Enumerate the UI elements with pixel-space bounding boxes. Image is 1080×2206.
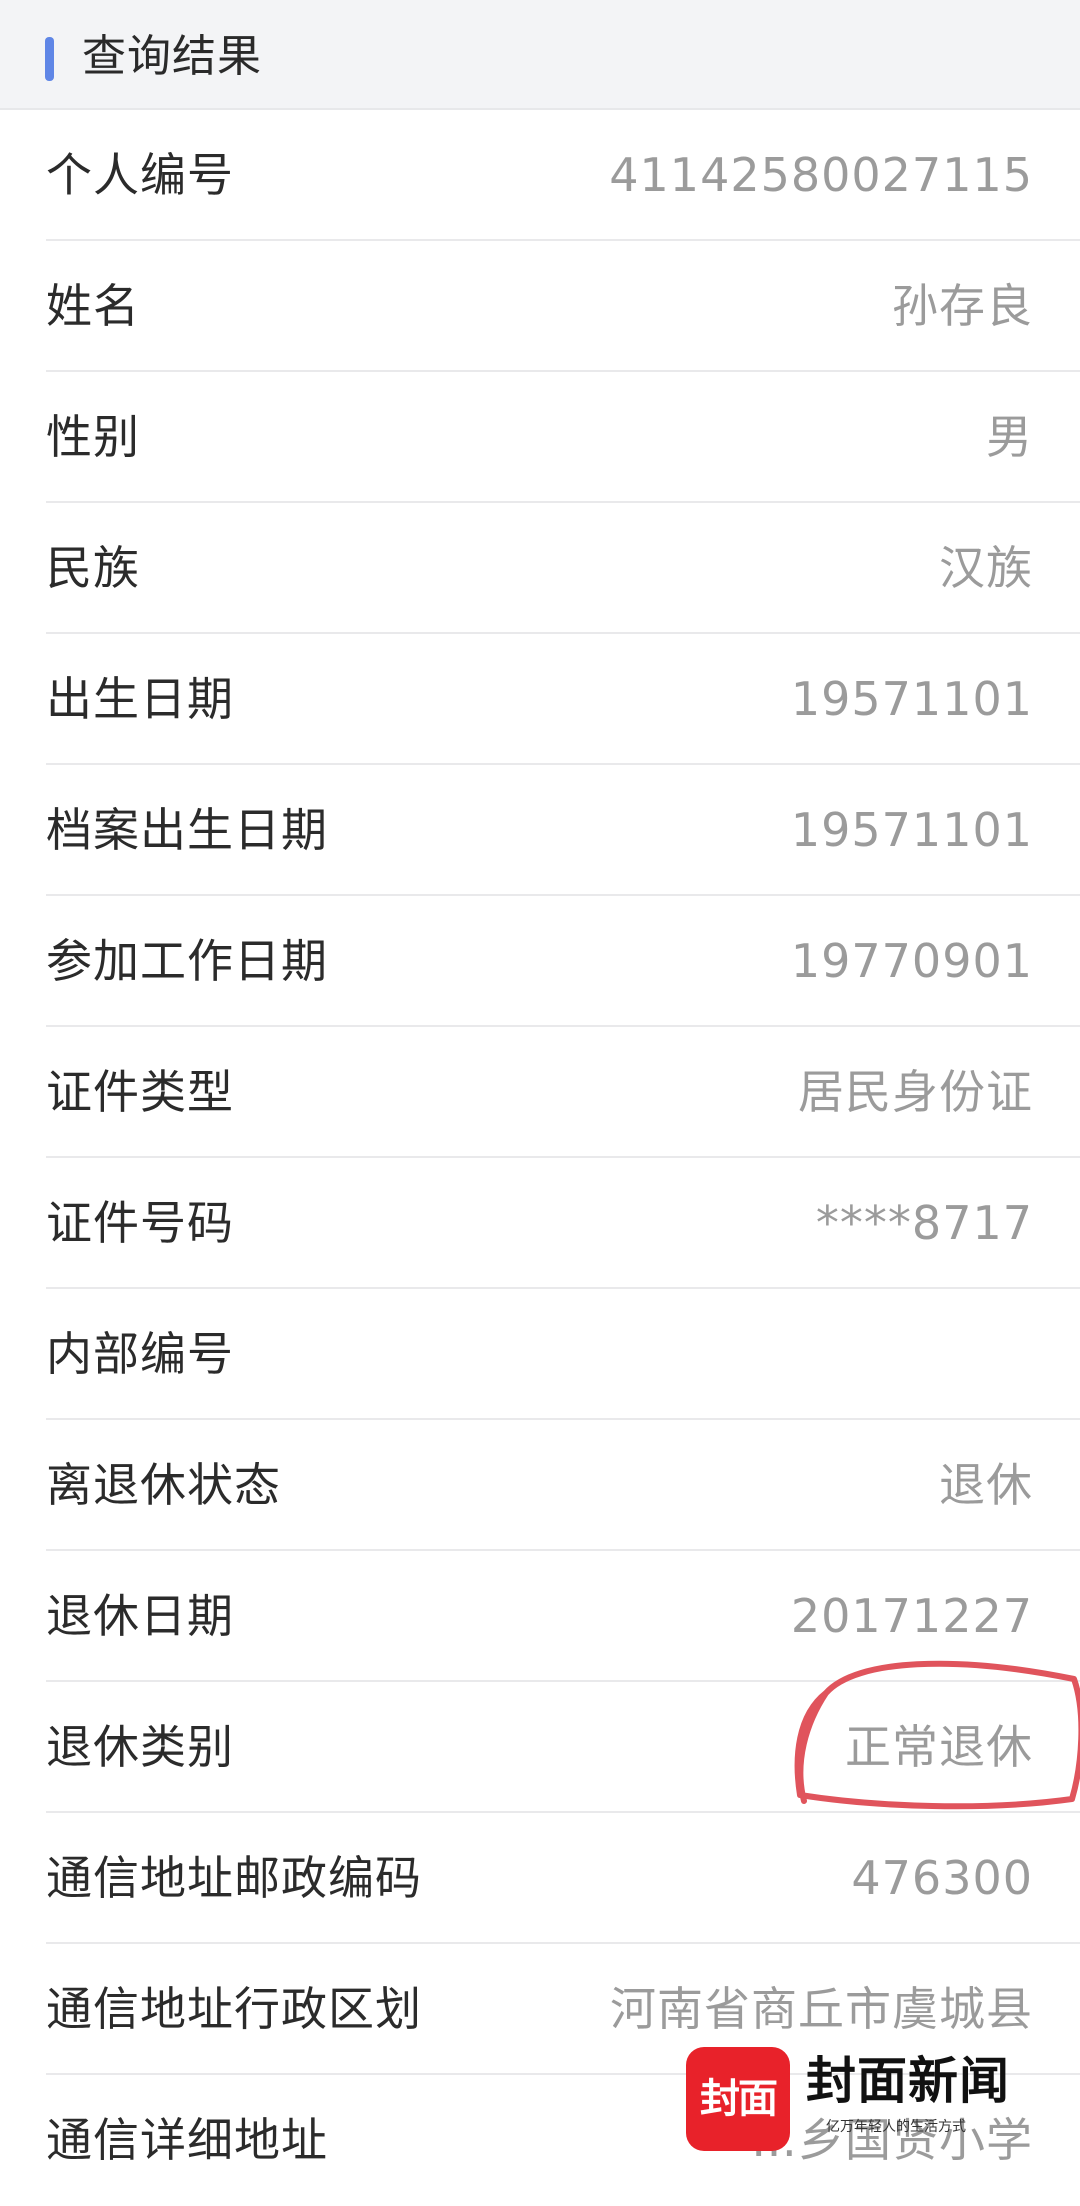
row-value: 19571101 <box>790 672 1033 726</box>
row-label: 民族 <box>46 541 140 595</box>
row-value: 退休 <box>939 1458 1033 1512</box>
result-row-retirement-date: 退休日期 20171227 <box>0 1551 1080 1682</box>
row-value: 居民身份证 <box>798 1065 1033 1119</box>
result-row-ethnicity: 民族 汉族 <box>0 503 1080 634</box>
result-row-id-number: 证件号码 ****8717 <box>0 1158 1080 1289</box>
row-label: 内部编号 <box>46 1327 234 1381</box>
row-value: 19571101 <box>790 803 1033 857</box>
result-row-gender: 性别 男 <box>0 372 1080 503</box>
row-label: 姓名 <box>46 279 140 333</box>
news-logo-icon: 封面 <box>686 2047 790 2151</box>
watermark-slogan: 亿万年轻人的生活方式 <box>826 2119 966 2135</box>
page-title: 查询结果 <box>82 31 262 82</box>
row-value: 正常退休 <box>845 1720 1033 1774</box>
result-list: 个人编号 41142580027115 姓名 孙存良 性别 男 民族 汉族 出生… <box>0 110 1080 2206</box>
row-label: 通信地址邮政编码 <box>46 1851 422 1905</box>
result-row-personal-id: 个人编号 41142580027115 <box>0 110 1080 241</box>
row-label: 性别 <box>46 410 140 464</box>
header-accent-bar <box>45 37 54 81</box>
result-row-id-type: 证件类型 居民身份证 <box>0 1027 1080 1158</box>
row-label: 通信地址行政区划 <box>46 1982 422 2036</box>
row-value: 汉族 <box>939 541 1033 595</box>
result-row-work-start-date: 参加工作日期 19770901 <box>0 896 1080 1027</box>
row-value: 41142580027115 <box>609 148 1033 202</box>
row-value: 20171227 <box>790 1589 1033 1643</box>
row-label: 通信详细地址 <box>46 2113 328 2167</box>
news-watermark: 封面 封面新闻 亿万年轻人的生活方式 <box>686 2047 1046 2159</box>
result-row-birth-date: 出生日期 19571101 <box>0 634 1080 765</box>
row-label: 证件号码 <box>46 1196 234 1250</box>
row-label: 离退休状态 <box>46 1458 281 1512</box>
result-row-name: 姓名 孙存良 <box>0 241 1080 372</box>
result-row-postal-code: 通信地址邮政编码 476300 <box>0 1813 1080 1944</box>
row-label: 证件类型 <box>46 1065 234 1119</box>
row-value: 476300 <box>851 1851 1033 1905</box>
row-label: 退休日期 <box>46 1589 234 1643</box>
row-label: 退休类别 <box>46 1720 234 1774</box>
result-row-archive-birth-date: 档案出生日期 19571101 <box>0 765 1080 896</box>
row-value: 孙存良 <box>892 279 1033 333</box>
results-header: 查询结果 <box>0 0 1080 110</box>
row-label: 个人编号 <box>46 148 234 202</box>
row-label: 出生日期 <box>46 672 234 726</box>
result-row-internal-number: 内部编号 <box>0 1289 1080 1420</box>
row-value: 19770901 <box>790 934 1033 988</box>
row-value: 男 <box>986 410 1033 464</box>
row-value: ****8717 <box>815 1196 1033 1250</box>
result-row-retirement-status: 离退休状态 退休 <box>0 1420 1080 1551</box>
row-label: 参加工作日期 <box>46 934 328 988</box>
result-row-retirement-type: 退休类别 正常退休 <box>0 1682 1080 1813</box>
row-label: 档案出生日期 <box>46 803 328 857</box>
watermark-brand-name: 封面新闻 <box>806 2051 1010 2110</box>
